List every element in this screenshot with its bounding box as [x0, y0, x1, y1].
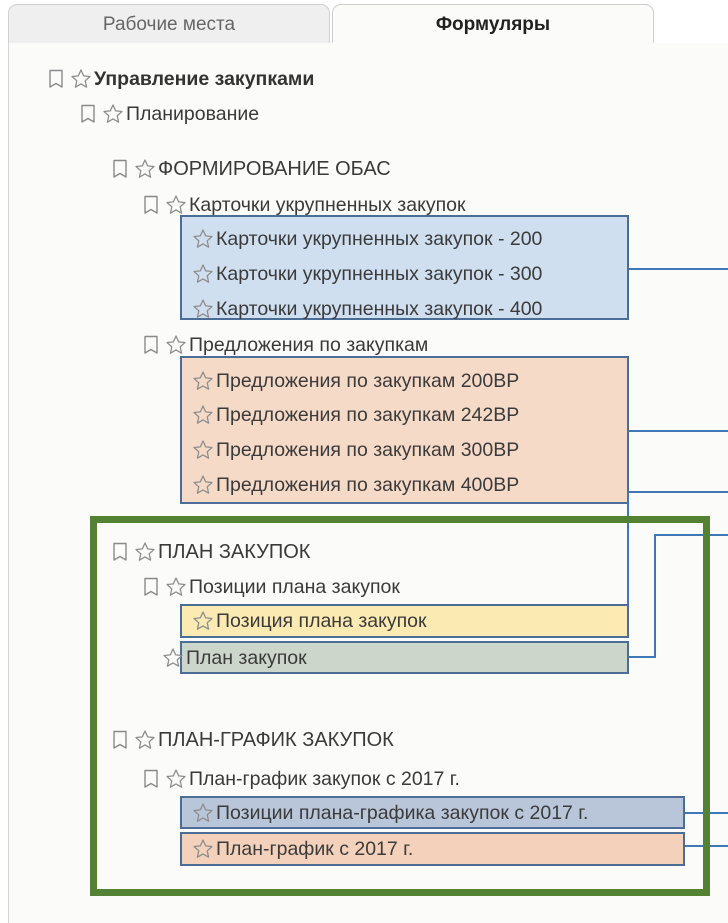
form-item-label: Карточки укрупненных закупок - 400: [216, 297, 543, 320]
star-icon[interactable]: [134, 729, 156, 751]
connector-line: [629, 268, 728, 270]
bookmark-icon[interactable]: [143, 195, 159, 215]
form-item-label: Предложения по закупкам 242ВР: [216, 403, 520, 426]
form-item-proposals-300[interactable]: Предложения по закупкам 300ВР: [192, 433, 519, 467]
star-icon[interactable]: [192, 404, 214, 426]
form-item-schedule[interactable]: План-график с 2017 г.: [192, 832, 413, 866]
tree-node-root[interactable]: Управление закупками: [48, 64, 314, 94]
tree-node-schedule[interactable]: ПЛАН-ГРАФИК ЗАКУПОК: [112, 725, 394, 755]
form-item-label: Предложения по закупкам 300ВР: [216, 438, 520, 461]
tab-workspaces-label: Рабочие места: [102, 13, 236, 35]
tree-node-plan[interactable]: ПЛАН ЗАКУПОК: [112, 537, 310, 567]
connector-line: [629, 430, 728, 432]
star-icon[interactable]: [165, 768, 187, 790]
tree-node-label: Управление закупками: [94, 67, 315, 90]
star-icon[interactable]: [70, 68, 92, 90]
tree-node-obas[interactable]: ФОРМИРОВАНИЕ ОБАС: [112, 154, 391, 184]
form-item-cards-200[interactable]: Карточки укрупненных закупок - 200: [192, 222, 542, 256]
form-item-label: Предложения по закупкам 200ВР: [216, 369, 520, 392]
form-item-cards-400[interactable]: Карточки укрупненных закупок - 400: [192, 292, 542, 326]
star-icon[interactable]: [165, 576, 187, 598]
connector-line: [629, 491, 728, 493]
tab-workspaces[interactable]: Рабочие места: [8, 4, 330, 44]
form-item-label: План-график с 2017 г.: [216, 837, 414, 860]
form-item-label: Предложения по закупкам 400ВР: [216, 473, 520, 496]
star-icon[interactable]: [192, 474, 214, 496]
tree-node-label: План-график закупок с 2017 г.: [189, 767, 460, 790]
bookmark-icon[interactable]: [112, 542, 128, 562]
form-item-label: План закупок: [186, 646, 307, 669]
form-item-plan-position[interactable]: Позиция плана закупок: [192, 604, 427, 638]
tree-node-label: Планирование: [126, 102, 260, 125]
form-item-cards-300[interactable]: Карточки укрупненных закупок - 300: [192, 257, 542, 291]
star-icon[interactable]: [192, 263, 214, 285]
form-item-label: Карточки укрупненных закупок - 200: [216, 227, 543, 250]
star-icon[interactable]: [134, 541, 156, 563]
tree-node-proposals[interactable]: Предложения по закупкам: [143, 330, 428, 360]
form-item-label: Карточки укрупненных закупок - 300: [216, 262, 543, 285]
bookmark-icon[interactable]: [112, 730, 128, 750]
tree-node-label: Предложения по закупкам: [189, 333, 429, 356]
bookmark-icon[interactable]: [143, 335, 159, 355]
star-icon[interactable]: [165, 194, 187, 216]
bookmark-icon[interactable]: [112, 159, 128, 179]
form-item-proposals-400[interactable]: Предложения по закупкам 400ВР: [192, 468, 519, 502]
tree-node-label: Карточки укрупненных закупок: [189, 193, 466, 216]
form-item-schedule-positions[interactable]: Позиции плана-графика закупок с 2017 г.: [192, 796, 588, 830]
star-icon[interactable]: [192, 802, 214, 824]
tree-node-label: ПЛАН-ГРАФИК ЗАКУПОК: [158, 728, 394, 751]
form-item-label: Позиции плана-графика закупок с 2017 г.: [216, 801, 589, 824]
star-icon[interactable]: [102, 103, 124, 125]
form-item-plan[interactable]: План закупок: [162, 641, 307, 675]
star-icon[interactable]: [192, 228, 214, 250]
star-icon[interactable]: [165, 334, 187, 356]
star-icon[interactable]: [192, 838, 214, 860]
form-item-proposals-242[interactable]: Предложения по закупкам 242ВР: [192, 398, 519, 432]
tab-forms[interactable]: Формуляры: [332, 4, 654, 44]
star-icon[interactable]: [192, 439, 214, 461]
bookmark-icon[interactable]: [143, 769, 159, 789]
star-icon[interactable]: [162, 647, 184, 669]
tree-node-cards[interactable]: Карточки укрупненных закупок: [143, 190, 466, 220]
bookmark-icon[interactable]: [48, 69, 64, 89]
tab-forms-label: Формуляры: [435, 13, 551, 35]
tree-node-label: ПЛАН ЗАКУПОК: [158, 540, 311, 563]
star-icon[interactable]: [192, 298, 214, 320]
tree-node-label: ФОРМИРОВАНИЕ ОБАС: [158, 157, 391, 180]
form-item-proposals-200[interactable]: Предложения по закупкам 200ВР: [192, 364, 519, 398]
star-icon[interactable]: [134, 158, 156, 180]
tree-node-plan-positions[interactable]: Позиции плана закупок: [143, 572, 400, 602]
tree-node-planning[interactable]: Планирование: [80, 99, 259, 129]
bookmark-icon[interactable]: [80, 104, 96, 124]
tree-node-schedule-2017[interactable]: План-график закупок с 2017 г.: [143, 764, 460, 794]
tree-node-label: Позиции плана закупок: [189, 575, 400, 598]
star-icon[interactable]: [192, 610, 214, 632]
form-item-label: Позиция плана закупок: [216, 609, 427, 632]
star-icon[interactable]: [192, 370, 214, 392]
bookmark-icon[interactable]: [143, 577, 159, 597]
